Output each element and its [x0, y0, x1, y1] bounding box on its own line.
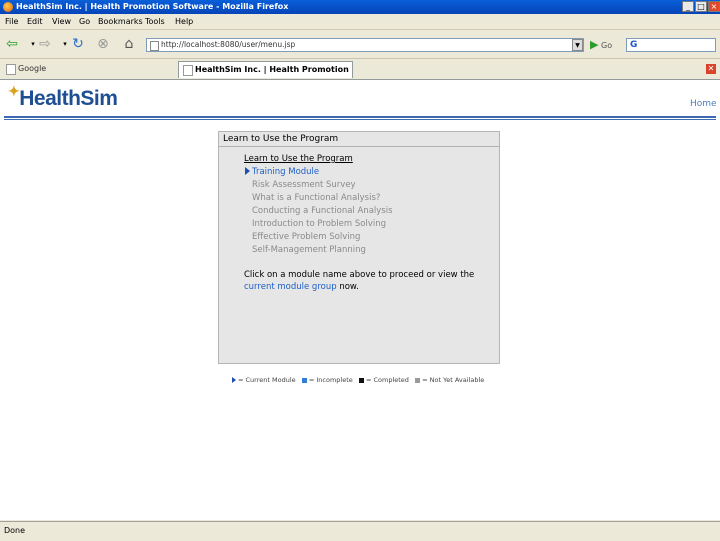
reload-icon[interactable]: ↻ [69, 36, 87, 52]
module-what-is-functional-analysis: What is a Functional Analysis? [252, 193, 381, 203]
tab-label: HealthSim Inc. | Health Promotion S... [195, 65, 353, 74]
logo-text: HealthSim [19, 87, 118, 110]
google-search-icon: G [630, 40, 638, 50]
menu-file[interactable]: File [5, 17, 18, 26]
header-divider [4, 116, 716, 118]
minimize-button[interactable]: _ [682, 1, 694, 12]
back-icon[interactable]: ⇦ [3, 36, 21, 52]
tab-label: Google [18, 64, 47, 73]
module-conducting-functional-analysis: Conducting a Functional Analysis [252, 206, 393, 216]
module-intro-problem-solving: Introduction to Problem Solving [252, 219, 386, 229]
current-module-arrow-icon [245, 167, 250, 175]
firefox-icon [3, 2, 13, 12]
module-risk-assessment: Risk Assessment Survey [252, 180, 356, 190]
menu-edit[interactable]: Edit [27, 17, 43, 26]
tab-page-icon [6, 64, 16, 75]
window-titlebar: HealthSim Inc. | Health Promotion Softwa… [0, 0, 720, 14]
menu-tools[interactable]: Tools [145, 17, 165, 26]
module-self-management-planning: Self-Management Planning [252, 245, 366, 255]
legend-not-available: = Not Yet Available [422, 376, 485, 384]
address-bar[interactable]: http://localhost:8080/user/menu.jsp [146, 38, 584, 52]
header-divider-thin [4, 119, 716, 120]
stop-icon[interactable]: ⊗ [94, 36, 112, 52]
status-text: Done [4, 526, 26, 535]
menu-go[interactable]: Go [79, 17, 90, 26]
incomplete-icon [301, 377, 307, 383]
panel-instructions: Click on a module name above to proceed … [244, 269, 484, 293]
legend-completed: = Completed [365, 376, 409, 384]
go-icon: ▶ [590, 38, 599, 51]
legend-incomplete: = Incomplete [308, 376, 353, 384]
menu-bookmarks[interactable]: Bookmarks [98, 17, 143, 26]
address-dropdown-button[interactable]: ▼ [572, 39, 583, 51]
home-link[interactable]: Home [690, 99, 717, 109]
tab-bar: Google HealthSim Inc. | Health Promotion… [0, 59, 720, 80]
legend-current: = Current Module [238, 376, 296, 384]
window-title: HealthSim Inc. | Health Promotion Softwa… [16, 2, 289, 11]
module-panel: Learn to Use the Program Learn to Use th… [218, 131, 500, 364]
instructions-text: Click on a module name above to proceed … [244, 270, 475, 280]
forward-icon[interactable]: ⇨ [36, 36, 54, 52]
module-training[interactable]: Training Module [252, 167, 319, 177]
address-text: http://localhost:8080/user/menu.jsp [161, 40, 296, 49]
logo-mark-icon: ✦ [8, 83, 20, 99]
healthsim-logo: ✦HealthSim [8, 83, 118, 111]
completed-icon [358, 377, 364, 383]
tab-google[interactable]: Google [2, 61, 172, 78]
search-input[interactable]: G [626, 38, 716, 52]
navigation-toolbar: ⇦ ▾ ⇨ ▾ ↻ ⊗ ⌂ http://localhost:8080/user… [0, 30, 720, 59]
module-legend: = Current Module = Incomplete = Complete… [232, 376, 484, 384]
panel-header: Learn to Use the Program [219, 132, 499, 147]
close-button[interactable]: × [708, 1, 720, 12]
close-tab-icon[interactable]: ✕ [706, 64, 716, 74]
go-button[interactable]: ▶ Go [590, 38, 612, 51]
home-icon[interactable]: ⌂ [120, 36, 138, 52]
menu-view[interactable]: View [52, 17, 71, 26]
current-module-group-link[interactable]: current module group [244, 282, 337, 292]
tab-healthsim[interactable]: HealthSim Inc. | Health Promotion S... [178, 61, 353, 78]
page-content: ✦HealthSim Home Learn to Use the Program… [0, 80, 720, 520]
status-bar: Done [0, 521, 720, 541]
tab-page-icon [183, 65, 193, 76]
not-available-icon [415, 377, 421, 383]
maximize-button[interactable]: □ [695, 1, 707, 12]
module-group-link[interactable]: Learn to Use the Program [244, 154, 353, 164]
module-effective-problem-solving: Effective Problem Solving [252, 232, 361, 242]
page-icon [150, 41, 159, 51]
current-module-icon [232, 377, 236, 383]
menu-help[interactable]: Help [175, 17, 193, 26]
go-label: Go [601, 41, 613, 50]
menu-bar: File Edit View Go Bookmarks Tools Help [0, 14, 720, 30]
instructions-suffix: now. [339, 282, 359, 292]
